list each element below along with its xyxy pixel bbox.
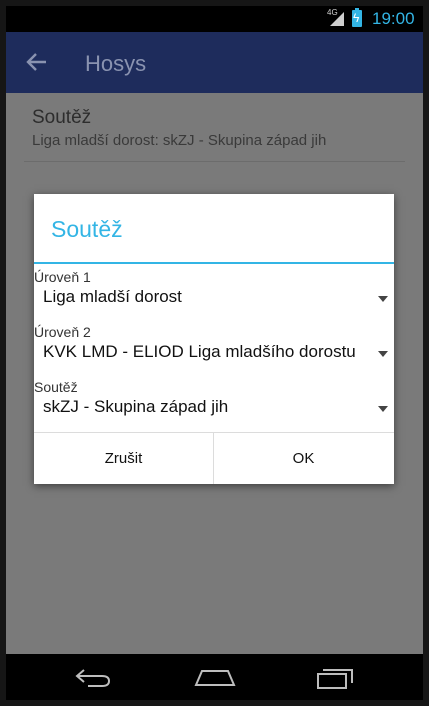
app-title: Hosys [85, 51, 147, 76]
divider [24, 161, 405, 162]
navigation-bar [6, 654, 423, 700]
preference-item-competition[interactable]: Soutěž Liga mladší dorost: skZJ - Skupin… [32, 107, 326, 149]
dropdown-caret-icon [378, 296, 388, 302]
level1-spinner[interactable]: Úroveň 1 Liga mladší dorost [34, 269, 394, 319]
competition-label: Soutěž [34, 379, 78, 395]
dropdown-caret-icon [378, 406, 388, 412]
competition-value: skZJ - Skupina západ jih [43, 397, 229, 416]
recents-icon[interactable] [316, 666, 356, 690]
level1-value: Liga mladší dorost [43, 287, 182, 306]
network-signal-icon: 4G [327, 8, 344, 26]
dropdown-caret-icon [378, 351, 388, 357]
competition-dialog: Soutěž Úroveň 1 Liga mladší dorost Úrove… [34, 194, 394, 484]
screen: 4G ϟ 19:00 Hosys Soutěž Liga mladší doro… [6, 6, 423, 700]
competition-spinner[interactable]: Soutěž skZJ - Skupina západ jih [34, 379, 394, 429]
arrow-left-icon[interactable] [24, 49, 50, 75]
preference-summary: Liga mladší dorost: skZJ - Skupina západ… [32, 132, 327, 149]
dialog-title: Soutěž [51, 216, 123, 242]
device-frame: 4G ϟ 19:00 Hosys Soutěž Liga mladší doro… [0, 0, 429, 706]
ok-button[interactable]: OK [214, 433, 393, 484]
level2-spinner[interactable]: Úroveň 2 KVK LMD - ELIOD Liga mladšího d… [34, 324, 394, 374]
status-bar: 4G ϟ 19:00 [6, 6, 423, 32]
home-icon[interactable] [194, 666, 236, 688]
level1-label: Úroveň 1 [34, 269, 91, 285]
cancel-button[interactable]: Zrušit [34, 433, 213, 484]
status-time: 19:00 [372, 9, 415, 28]
preference-title: Soutěž [32, 107, 92, 128]
app-bar: Hosys [6, 32, 423, 93]
dialog-title-divider [34, 262, 394, 264]
back-icon[interactable] [74, 666, 112, 688]
battery-charging-icon: ϟ [352, 8, 362, 27]
level2-value: KVK LMD - ELIOD Liga mladšího dorostu [43, 342, 356, 361]
level2-label: Úroveň 2 [34, 324, 91, 340]
